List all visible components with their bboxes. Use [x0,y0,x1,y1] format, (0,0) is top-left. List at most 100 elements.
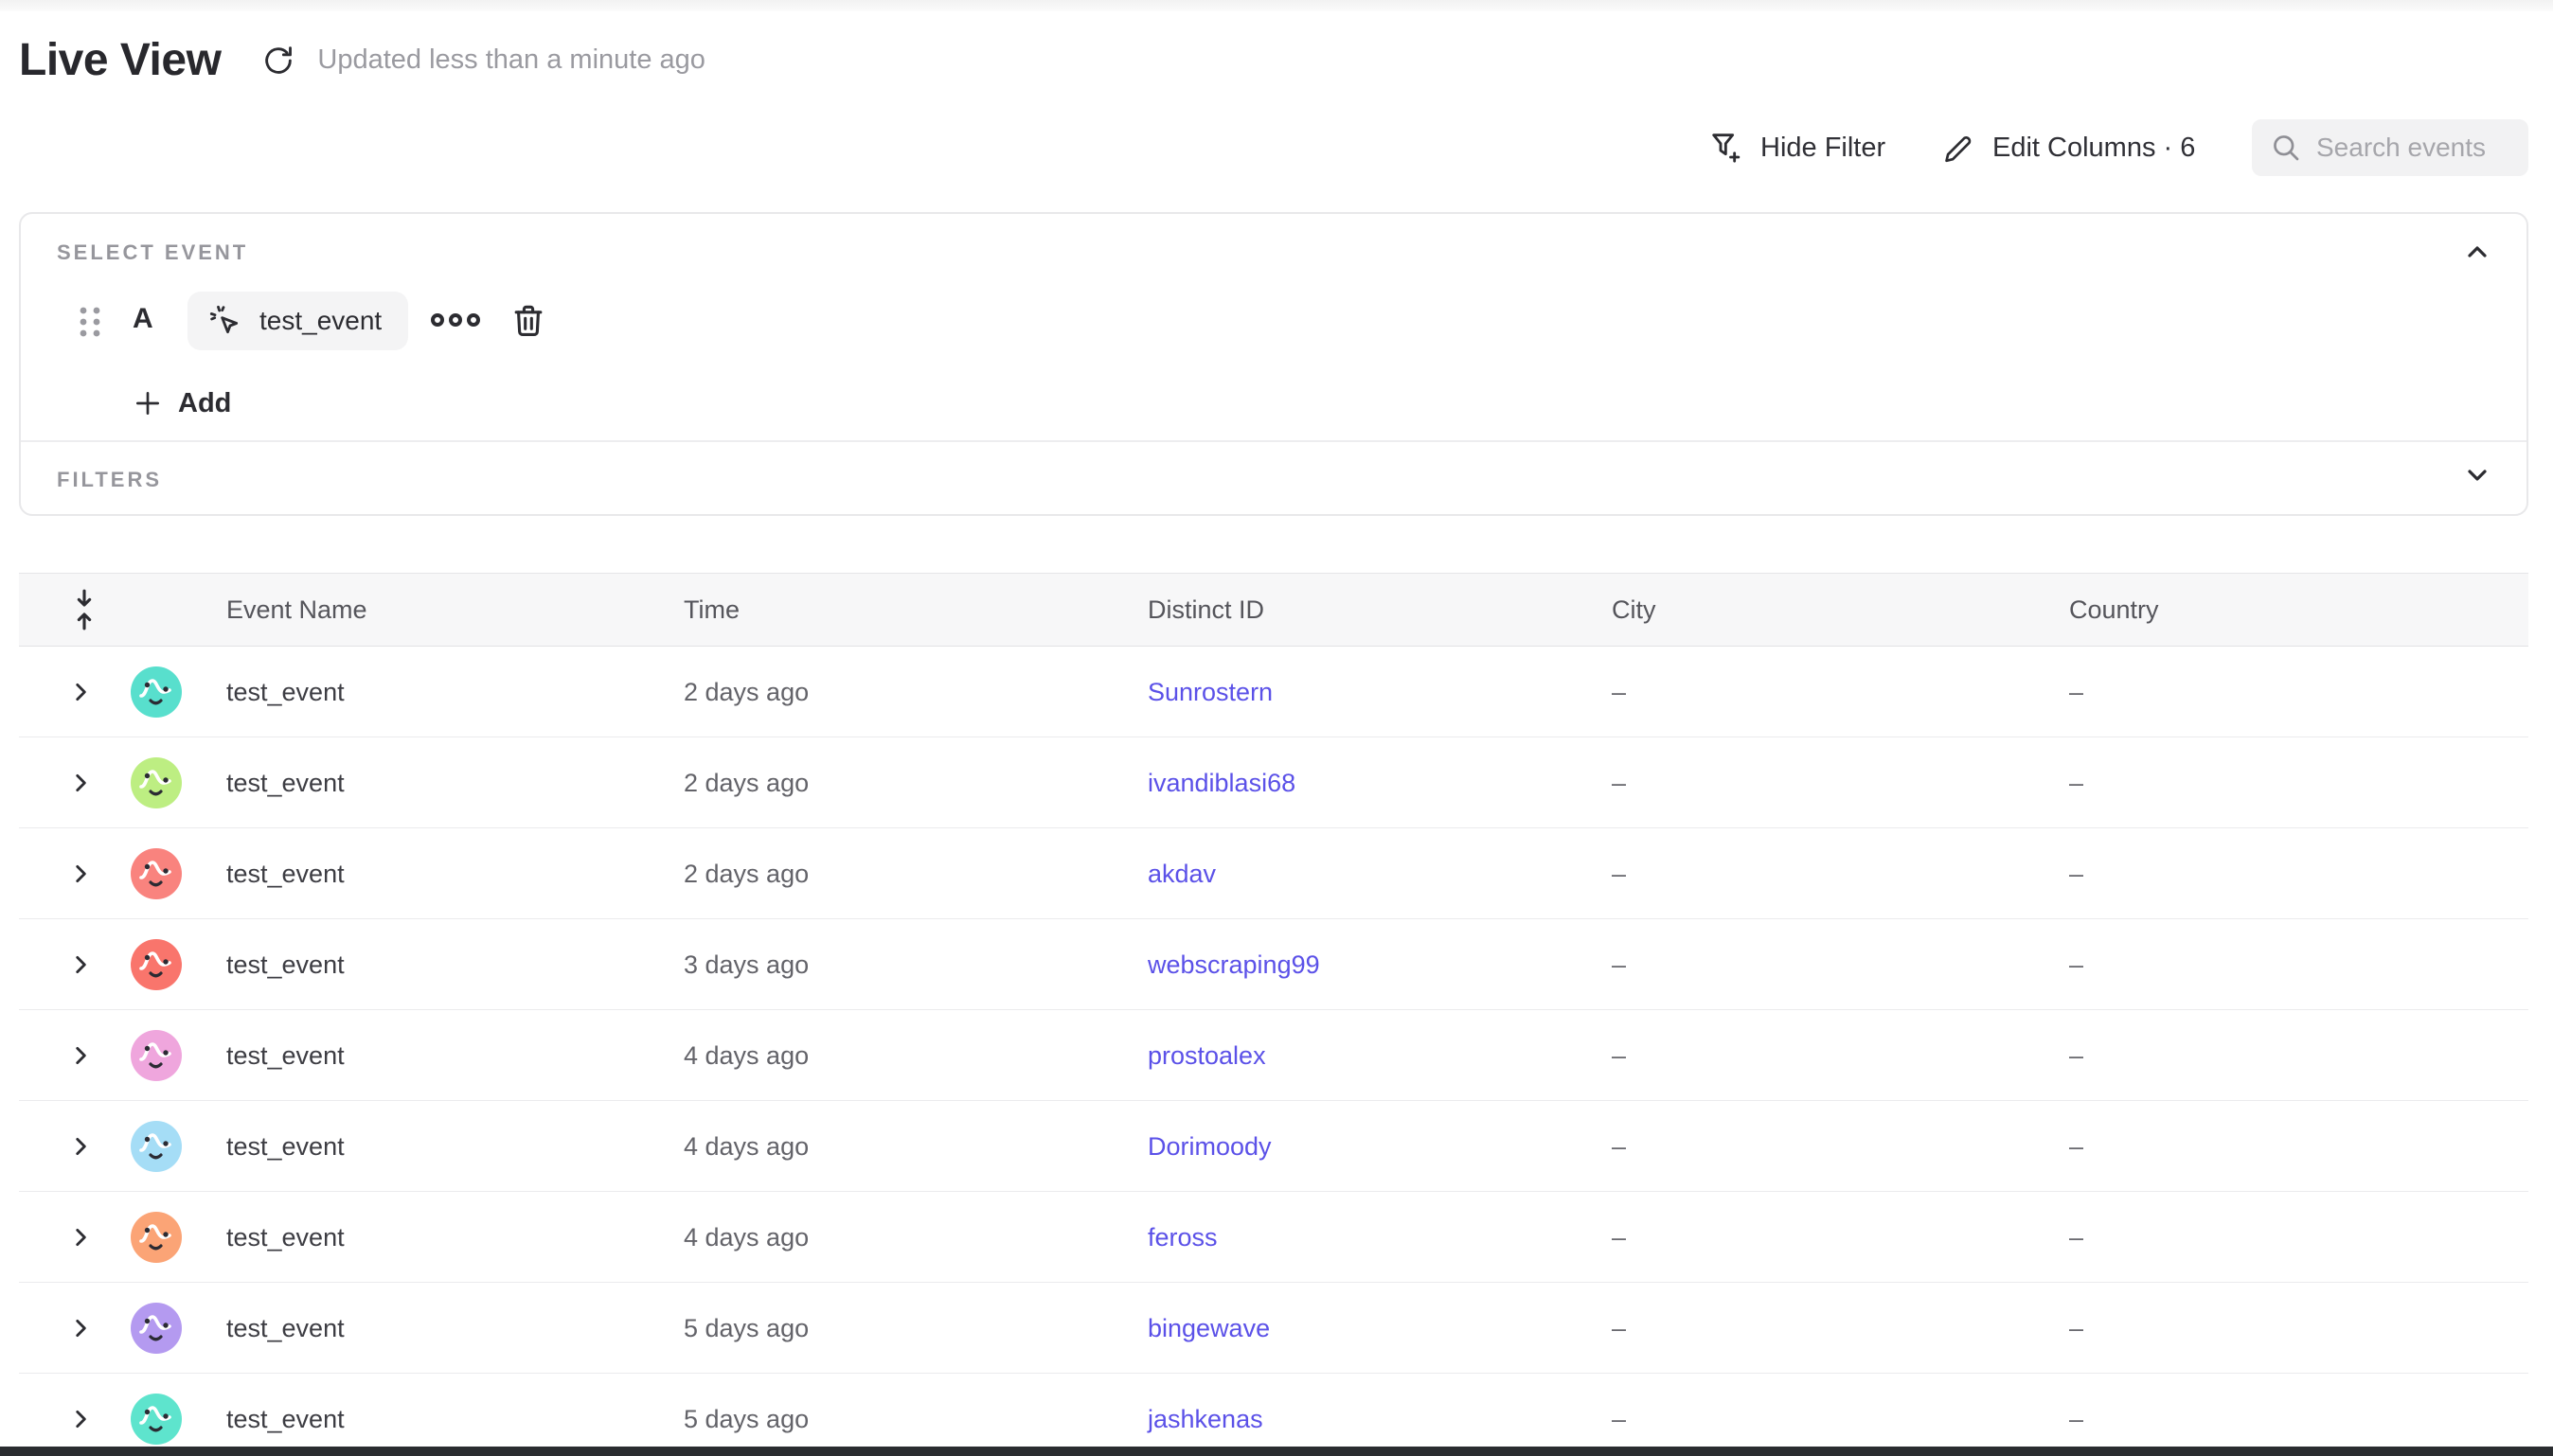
distinct-id-link[interactable]: ivandiblasi68 [1148,769,1295,797]
ellipsis-icon [430,308,481,332]
updated-status: Updated less than a minute ago [317,44,705,76]
expand-filters-button[interactable] [2462,460,2492,490]
event-name-cell: test_event [226,1223,684,1252]
distinct-id-cell: Dorimoody [1148,1132,1612,1162]
table-row[interactable]: test_event 5 days ago bingewave – – [19,1283,2528,1374]
column-header-event-name[interactable]: Event Name [226,595,684,625]
chevron-right-icon [68,769,93,797]
city-cell: – [1612,1314,2069,1343]
events-table: Event Name Time Distinct ID City Country [19,573,2528,1456]
event-name-cell: test_event [226,1405,684,1434]
search-icon [2269,131,2303,165]
bottom-edge-bar [0,1447,2553,1456]
page-header: Live View Updated less than a minute ago [19,34,705,86]
collapse-all-button[interactable] [19,586,226,633]
distinct-id-link[interactable]: feross [1148,1223,1218,1252]
expand-row-button[interactable] [68,1314,93,1342]
event-name-cell: test_event [226,1041,684,1071]
collapse-section-button[interactable] [2462,237,2492,267]
event-name-cell: test_event [226,1314,684,1343]
column-header-distinct-id[interactable]: Distinct ID [1148,595,1612,625]
city-cell: – [1612,860,2069,889]
time-cell: 2 days ago [684,769,1148,798]
country-cell: – [2069,1132,2528,1162]
expand-row-button[interactable] [68,1223,93,1252]
series-letter: A [133,303,153,335]
distinct-id-link[interactable]: jashkenas [1148,1405,1263,1433]
top-edge-strip [0,0,2553,11]
expand-row-button[interactable] [68,678,93,706]
expand-row-button[interactable] [68,950,93,979]
column-header-city[interactable]: City [1612,595,2069,625]
search-input[interactable] [2316,133,2506,163]
city-cell: – [1612,1041,2069,1071]
table-row[interactable]: test_event 4 days ago prostoalex – – [19,1010,2528,1101]
table-row[interactable]: test_event 4 days ago Dorimoody – – [19,1101,2528,1192]
time-cell: 4 days ago [684,1132,1148,1162]
table-row[interactable]: test_event 4 days ago feross – – [19,1192,2528,1283]
event-name-cell: test_event [226,678,684,707]
distinct-id-link[interactable]: Sunrostern [1148,678,1273,706]
plus-icon [133,388,163,418]
country-cell: – [2069,1405,2528,1434]
chevron-down-icon [2462,460,2492,490]
expand-row-button[interactable] [68,1405,93,1433]
row-controls [19,828,226,919]
table-row[interactable]: test_event 5 days ago jashkenas – – [19,1374,2528,1456]
table-row[interactable]: test_event 3 days ago webscraping99 – – [19,919,2528,1010]
edit-columns-button[interactable]: Edit Columns · 6 [1941,118,2195,177]
expand-row-button[interactable] [68,769,93,797]
expand-row-button[interactable] [68,860,93,888]
row-controls [19,1374,226,1456]
distinct-id-link[interactable]: bingewave [1148,1314,1270,1342]
event-selector-button[interactable]: test_event [187,292,408,350]
table-row[interactable]: test_event 2 days ago akdav – – [19,828,2528,919]
table-row[interactable]: test_event 2 days ago Sunrostern – – [19,647,2528,737]
trash-icon [508,299,549,343]
city-cell: – [1612,1405,2069,1434]
user-avatar-icon [131,1030,182,1081]
distinct-id-cell: bingewave [1148,1314,1612,1343]
refresh-button[interactable] [260,42,298,80]
user-avatar-icon [131,1303,182,1354]
search-box[interactable] [2252,119,2528,176]
distinct-id-cell: feross [1148,1223,1612,1252]
toolbar: Hide Filter Edit Columns · 6 [0,118,2553,177]
cursor-click-icon [206,302,244,340]
hide-filter-button[interactable]: Hide Filter [1707,118,1885,177]
delete-event-button[interactable] [508,299,549,343]
chevron-up-icon [2462,237,2492,267]
select-event-section-label: SELECT EVENT [57,240,248,265]
distinct-id-link[interactable]: Dorimoody [1148,1132,1272,1161]
country-cell: – [2069,950,2528,980]
distinct-id-link[interactable]: webscraping99 [1148,950,1320,979]
user-avatar-icon [131,939,182,990]
expand-row-button[interactable] [68,1132,93,1161]
column-header-country[interactable]: Country [2069,595,2528,625]
time-cell: 2 days ago [684,678,1148,707]
city-cell: – [1612,769,2069,798]
chevron-right-icon [68,860,93,888]
time-cell: 3 days ago [684,950,1148,980]
column-header-time[interactable]: Time [684,595,1148,625]
drag-handle[interactable] [74,303,106,341]
add-event-button[interactable]: Add [133,382,231,424]
distinct-id-link[interactable]: prostoalex [1148,1041,1266,1070]
distinct-id-link[interactable]: akdav [1148,860,1216,888]
distinct-id-cell: ivandiblasi68 [1148,769,1612,798]
event-name-cell: test_event [226,950,684,980]
table-row[interactable]: test_event 2 days ago ivandiblasi68 – – [19,737,2528,828]
selected-event-label: test_event [259,306,382,336]
distinct-id-cell: prostoalex [1148,1041,1612,1071]
country-cell: – [2069,769,2528,798]
expand-row-button[interactable] [68,1041,93,1070]
event-name-cell: test_event [226,860,684,889]
chevron-right-icon [68,1405,93,1433]
user-avatar-icon [131,666,182,718]
user-avatar-icon [131,1212,182,1263]
table-body: test_event 2 days ago Sunrostern – – [19,647,2528,1456]
event-options-button[interactable] [430,308,481,332]
hide-filter-label: Hide Filter [1760,133,1885,164]
event-name-cell: test_event [226,769,684,798]
time-cell: 5 days ago [684,1405,1148,1434]
